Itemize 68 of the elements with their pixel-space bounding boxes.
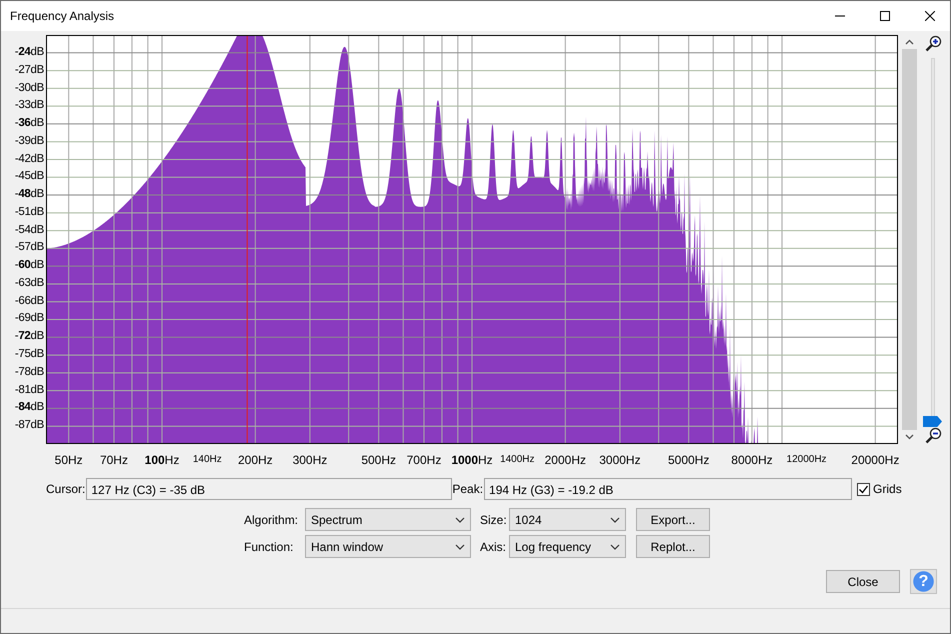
setting-label: Axis:: [480, 540, 508, 554]
x-axis-label: 3000Hz: [599, 453, 641, 467]
y-axis-label: -48dB: [14, 187, 45, 202]
maximize-icon[interactable]: [880, 11, 890, 21]
y-axis-label: -75dB: [14, 347, 45, 362]
zoom-in-icon[interactable]: [924, 35, 942, 52]
y-axis-label: -42dB: [14, 152, 45, 167]
dropdown[interactable]: Spectrum: [305, 508, 471, 531]
chevron-down-icon: [455, 544, 465, 550]
y-axis-label: -24dB: [14, 45, 45, 60]
setting-label: Size:: [480, 512, 508, 526]
close-button[interactable]: Close: [826, 570, 900, 593]
scroll-down-icon[interactable]: [905, 434, 914, 440]
window-title: Frequency Analysis: [10, 9, 114, 23]
x-axis-label: 100Hz: [144, 453, 180, 467]
checkbox-label: Grids: [873, 482, 902, 496]
y-axis-label: -45dB: [14, 169, 45, 184]
x-axis-label: 5000Hz: [668, 453, 710, 467]
zoom-out-icon[interactable]: [924, 427, 942, 444]
readout-field: 194 Hz (G3) = -19.2 dB: [484, 478, 852, 500]
x-axis-label: 1000Hz: [451, 453, 493, 467]
dropdown[interactable]: 1024: [509, 508, 626, 531]
slider-thumb[interactable]: [923, 416, 942, 427]
readout-label: Cursor:: [46, 482, 86, 496]
y-axis-label: -63dB: [14, 276, 45, 291]
y-axis-label: -36dB: [14, 116, 45, 132]
y-axis-label: -33dB: [14, 98, 45, 114]
x-axis-label: 20000Hz: [851, 453, 900, 467]
y-axis-label: -27dB: [14, 62, 45, 78]
x-axis-label: 140Hz: [192, 454, 222, 465]
close-icon[interactable]: [925, 11, 935, 21]
chevron-down-icon: [610, 516, 620, 522]
x-axis-label: 8000Hz: [731, 453, 773, 467]
x-axis-label: 70Hz: [100, 453, 128, 467]
setting-label: Algorithm:: [244, 512, 300, 526]
y-axis-label: -87dB: [14, 418, 45, 434]
y-axis-label: -30dB: [14, 80, 45, 96]
x-axis-label: 1400Hz: [500, 454, 535, 465]
action-button[interactable]: Export...: [636, 508, 710, 531]
x-axis-label: 500Hz: [361, 453, 396, 467]
y-axis-label: -81dB: [14, 382, 45, 398]
y-axis-label: -54dB: [14, 222, 45, 238]
x-axis-label: 12000Hz: [786, 454, 827, 465]
dropdown[interactable]: Log frequency: [509, 535, 626, 558]
setting-label: Function:: [244, 540, 294, 554]
y-axis-label: -51dB: [14, 204, 45, 220]
y-axis-label: -78dB: [14, 364, 45, 380]
x-axis-label: 700Hz: [406, 453, 442, 467]
readout-field: 127 Hz (C3) = -35 dB: [86, 478, 452, 500]
y-axis-label: -39dB: [14, 134, 45, 149]
y-axis-label: -72dB: [14, 329, 45, 344]
x-axis-label: 300Hz: [292, 453, 328, 467]
y-axis-label: -57dB: [14, 240, 45, 256]
scroll-up-icon[interactable]: [905, 39, 914, 45]
x-axis-label: 200Hz: [238, 453, 273, 467]
chevron-down-icon: [610, 544, 620, 550]
action-button[interactable]: Replot...: [636, 535, 710, 558]
y-axis-label: -69dB: [14, 311, 45, 326]
zoom-slider[interactable]: [923, 58, 943, 427]
y-axis-label: -66dB: [14, 294, 45, 309]
y-axis-label: -84dB: [14, 400, 45, 416]
dropdown[interactable]: Hann window: [305, 535, 471, 558]
chevron-down-icon: [455, 516, 465, 522]
grids-checkbox[interactable]: [857, 482, 870, 496]
y-axis-label: -60dB: [14, 258, 45, 274]
readout-label: Peak:: [452, 482, 484, 496]
x-axis-label: 50Hz: [54, 453, 83, 467]
x-axis-label: 2000Hz: [544, 453, 586, 467]
